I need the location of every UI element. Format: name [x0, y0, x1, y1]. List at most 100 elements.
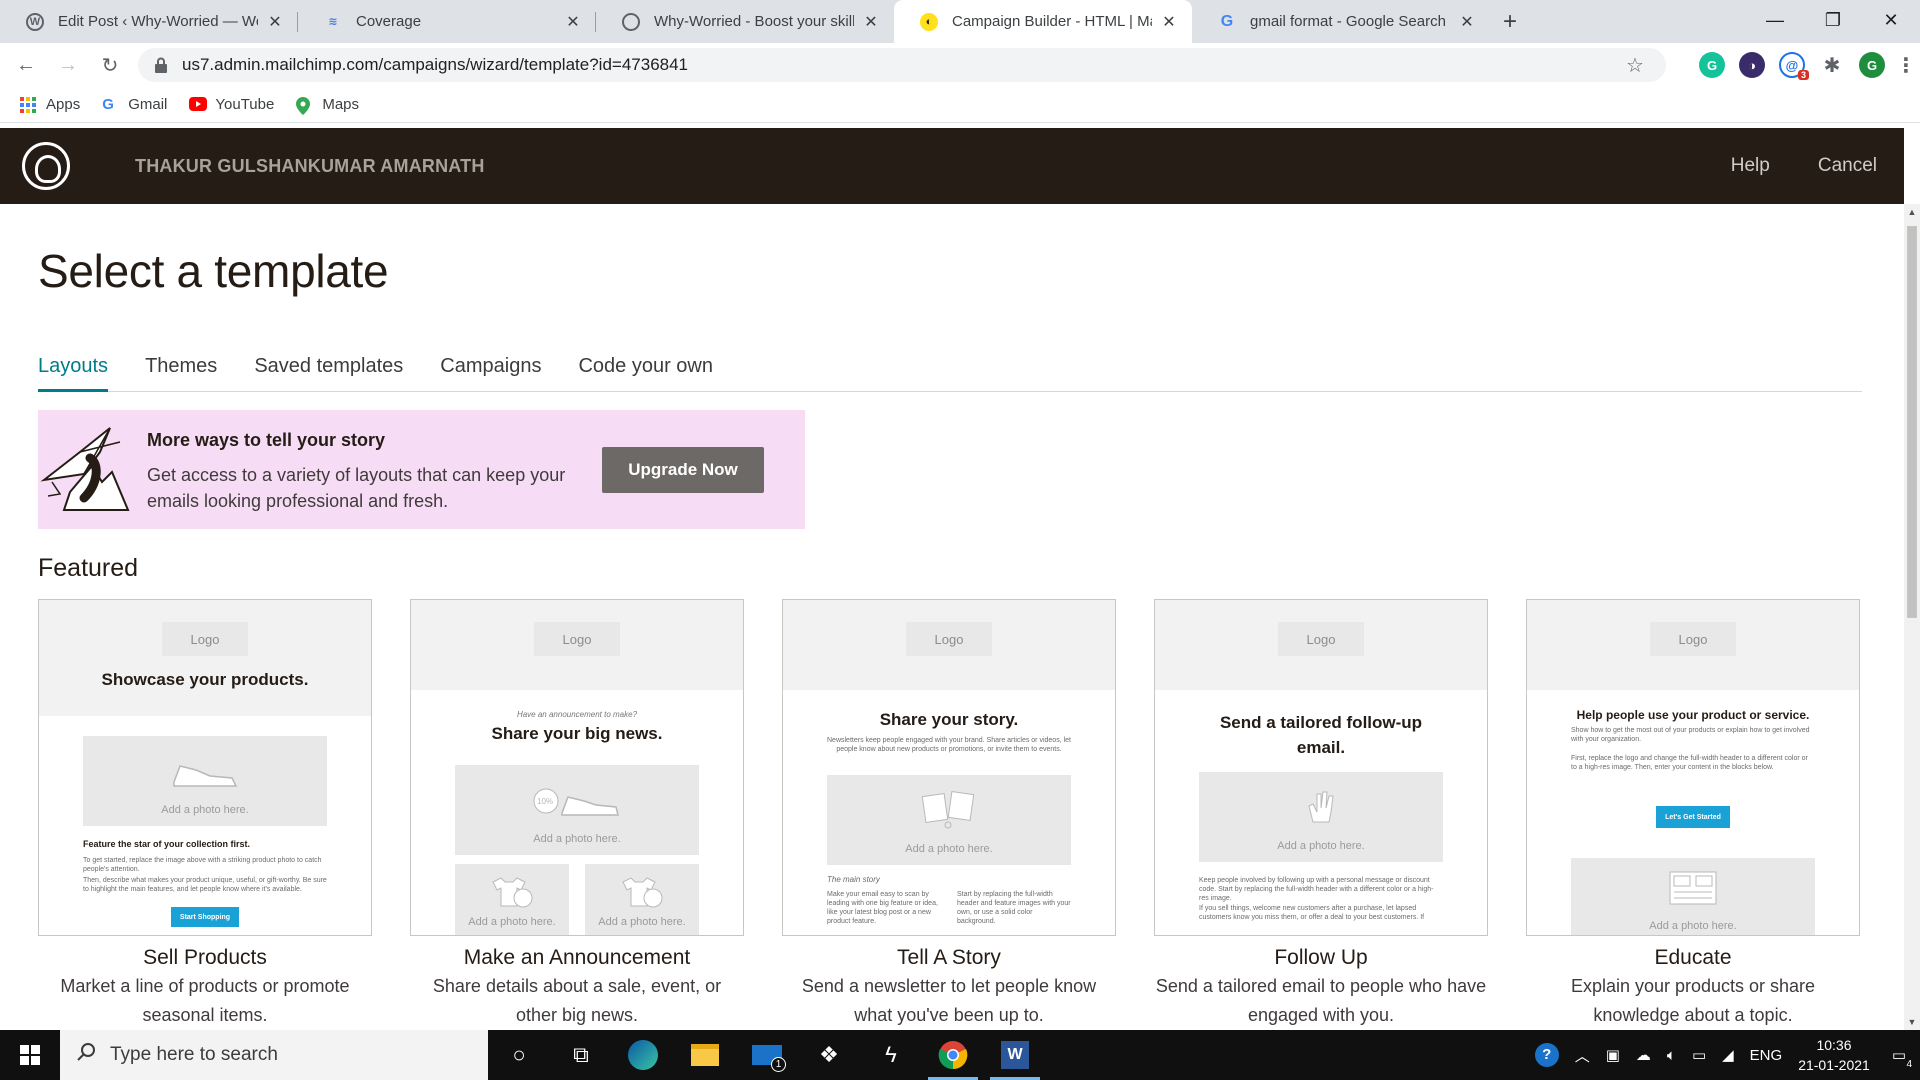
preview-photo-placeholder: Add a photo here. — [585, 864, 699, 935]
tab-layouts[interactable]: Layouts — [38, 354, 109, 392]
close-icon[interactable]: ✕ — [1458, 12, 1476, 32]
template-preview[interactable]: Logo Showcase your products. Add a photo… — [38, 599, 372, 936]
featured-heading: Featured — [38, 554, 139, 582]
browser-tab-google-search[interactable]: G gmail format - Google Search ✕ — [1192, 0, 1490, 43]
chrome-icon[interactable] — [922, 1030, 984, 1080]
template-card-follow-up[interactable]: Logo Send a tailored follow-up email. Ad… — [1154, 599, 1488, 1030]
extensions-area: G ◑ @ 3 ✱ G ⋮ — [1692, 43, 1920, 87]
chevron-up-icon[interactable]: ︿ — [1575, 1045, 1590, 1066]
template-preview[interactable]: Logo Have an announcement to make? Share… — [410, 599, 744, 936]
template-name[interactable]: Follow Up — [1154, 946, 1488, 970]
template-card-list: Logo Showcase your products. Add a photo… — [38, 599, 1862, 1030]
template-name[interactable]: Sell Products — [38, 946, 372, 970]
browser-tab-why-worried[interactable]: Why-Worried - Boost your skills ✕ — [596, 0, 894, 43]
page-scrollbar[interactable]: ▲ ▼ — [1904, 204, 1920, 1030]
youtube-icon — [189, 96, 208, 113]
word-icon[interactable]: W — [984, 1030, 1046, 1080]
extension-icon[interactable]: ◑ — [1739, 52, 1765, 78]
template-preview[interactable]: Logo Send a tailored follow-up email. Ad… — [1154, 599, 1488, 936]
scroll-down-arrow-icon[interactable]: ▼ — [1904, 1014, 1920, 1030]
upgrade-now-button[interactable]: Upgrade Now — [602, 447, 764, 493]
at-mention-extension-icon[interactable]: @ 3 — [1779, 52, 1809, 80]
template-preview[interactable]: Logo Help people use your product or ser… — [1526, 599, 1860, 936]
scroll-up-arrow-icon[interactable]: ▲ — [1904, 204, 1920, 220]
close-icon[interactable]: ✕ — [1160, 12, 1178, 32]
volume-icon[interactable]: 🔈︎ — [1667, 1047, 1676, 1064]
onedrive-cloud-icon[interactable]: ☁ — [1636, 1046, 1651, 1064]
template-name[interactable]: Tell A Story — [782, 946, 1116, 970]
template-description: Share details about a sale, event, or ot… — [432, 976, 722, 1025]
bookmark-youtube[interactable]: YouTube — [189, 96, 274, 113]
tab-code-your-own[interactable]: Code your own — [578, 354, 713, 392]
grammarly-icon[interactable]: G — [1699, 52, 1725, 78]
bookmark-label: YouTube — [215, 96, 275, 113]
mailchimp-icon: ◐ — [920, 12, 938, 31]
close-icon[interactable]: ✕ — [862, 12, 880, 32]
template-name[interactable]: Make an Announcement — [410, 946, 744, 970]
forward-arrow-icon[interactable]: → — [52, 49, 84, 81]
bookmark-maps[interactable]: Maps — [296, 96, 359, 115]
tab-campaigns[interactable]: Campaigns — [440, 354, 541, 392]
template-description: Send a newsletter to let people know wha… — [801, 976, 1097, 1025]
back-arrow-icon[interactable]: ← — [10, 49, 42, 81]
preview-kicker: Have an announcement to make? — [516, 710, 638, 719]
scrollbar-thumb[interactable] — [1907, 226, 1917, 618]
browser-tab-coverage[interactable]: ≋ Coverage ✕ — [298, 0, 596, 43]
template-card-sell-products[interactable]: Logo Showcase your products. Add a photo… — [38, 599, 372, 1030]
task-view-icon[interactable]: ⧉ — [550, 1030, 612, 1080]
bookmark-gmail[interactable]: G Gmail — [102, 96, 167, 113]
search-icon — [76, 1042, 96, 1068]
browser-tab-campaign-builder[interactable]: ◐ Campaign Builder - HTML | Mailc ✕ — [894, 0, 1192, 43]
file-explorer-icon[interactable] — [674, 1030, 736, 1080]
template-card-educate[interactable]: Logo Help people use your product or ser… — [1526, 599, 1860, 1030]
tab-title: Coverage — [356, 13, 422, 30]
template-name[interactable]: Educate — [1526, 946, 1860, 970]
restore-icon[interactable]: ❐ — [1804, 0, 1862, 40]
close-icon[interactable]: ✕ — [266, 12, 284, 32]
windows-start-icon[interactable] — [0, 1030, 60, 1080]
minimize-icon[interactable]: — — [1746, 0, 1804, 40]
notifications-icon[interactable]: ▭ 4 — [1892, 1046, 1912, 1070]
app-lightning-icon[interactable]: ϟ — [860, 1030, 922, 1080]
notification-count: 4 — [1906, 1059, 1912, 1070]
close-icon[interactable]: ✕ — [564, 12, 582, 32]
language-indicator[interactable]: ENG — [1750, 1047, 1783, 1064]
preview-body: If you sell things, welcome new customer… — [1199, 905, 1425, 921]
dropbox-icon[interactable]: ❖ — [798, 1030, 860, 1080]
tab-saved-templates[interactable]: Saved templates — [254, 354, 403, 392]
bookmark-star-icon[interactable]: ☆ — [1626, 53, 1656, 78]
reload-icon[interactable]: ↻ — [94, 49, 126, 81]
help-question-icon[interactable]: ? — [1534, 1043, 1559, 1067]
template-card-make-an-announcement[interactable]: Logo Have an announcement to make? Share… — [410, 599, 744, 1030]
window-close-icon[interactable]: ✕ — [1862, 0, 1920, 40]
lock-icon — [154, 57, 168, 73]
edge-browser-icon[interactable] — [612, 1030, 674, 1080]
bookmark-apps[interactable]: Apps — [20, 96, 80, 113]
address-bar[interactable]: us7.admin.mailchimp.com/campaigns/wizard… — [138, 48, 1666, 82]
clock[interactable]: 10:36 21-01-2021 — [1798, 1035, 1870, 1075]
cancel-link[interactable]: Cancel — [1818, 155, 1877, 177]
tab-themes[interactable]: Themes — [145, 354, 217, 392]
tab-title: Edit Post ‹ Why-Worried — Word — [58, 13, 258, 30]
preview-subhead: Feature the star of your collection firs… — [83, 839, 251, 849]
browser-tab-wordpress[interactable]: W Edit Post ‹ Why-Worried — Word ✕ — [0, 0, 298, 43]
taskbar-search-box[interactable]: Type here to search — [60, 1030, 488, 1080]
mailchimp-freddie-logo-icon[interactable] — [22, 142, 70, 190]
preview-photo-placeholder: Add a photo here. — [1571, 858, 1815, 935]
mail-icon[interactable]: 1 — [736, 1030, 798, 1080]
mailchimp-header: THAKUR GULSHANKUMAR AMARNATH Help Cancel — [0, 128, 1904, 204]
battery-icon[interactable]: ▭ — [1692, 1046, 1706, 1064]
wifi-icon[interactable]: ◢ — [1722, 1046, 1734, 1064]
device-icon[interactable]: ▣ — [1606, 1046, 1620, 1064]
preview-body: Keep people involved by following up wit… — [1199, 877, 1434, 902]
cortana-icon[interactable]: ○ — [488, 1030, 550, 1080]
tab-title: gmail format - Google Search — [1250, 13, 1446, 30]
profile-avatar[interactable]: G — [1859, 52, 1885, 78]
browser-menu-icon[interactable]: ⋮ — [1896, 52, 1916, 78]
windows-taskbar: Type here to search ○ ⧉ 1 ❖ ϟ W ? ︿ ▣ ☁ … — [0, 1030, 1920, 1080]
template-card-tell-a-story[interactable]: Logo Share your story. Newsletters keep … — [782, 599, 1116, 1030]
puzzle-extensions-icon[interactable]: ✱ — [1819, 52, 1845, 78]
new-tab-button[interactable]: + — [1490, 0, 1530, 43]
help-link[interactable]: Help — [1731, 155, 1770, 177]
template-preview[interactable]: Logo Share your story. Newsletters keep … — [782, 599, 1116, 936]
